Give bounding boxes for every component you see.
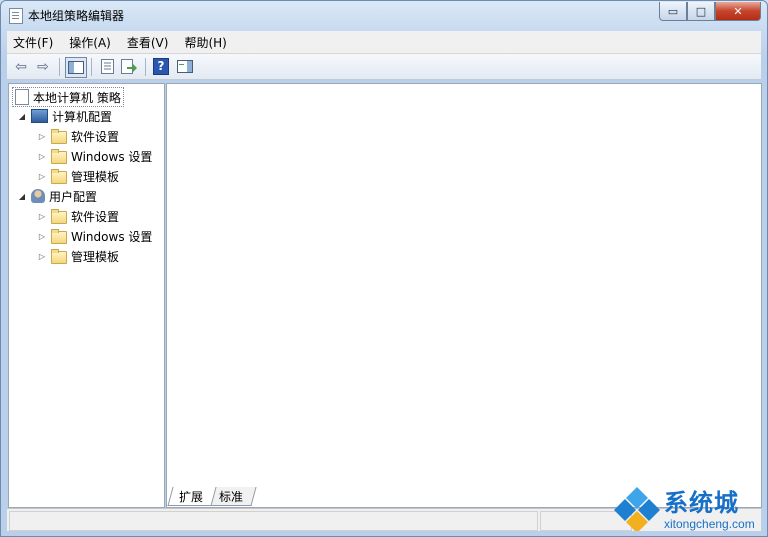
tree-item-label: 软件设置	[71, 129, 120, 144]
watermark: 系统城 xitongcheng.com	[614, 483, 764, 535]
collapse-arrow-icon[interactable]: ◢	[17, 112, 27, 121]
toolbar-separator	[59, 58, 60, 76]
menu-action[interactable]: 操作(A)	[63, 34, 117, 51]
minimize-button[interactable]: ▭	[659, 2, 687, 21]
expand-arrow-icon[interactable]: ▷	[37, 232, 47, 241]
menu-bar: 文件(F) 操作(A) 查看(V) 帮助(H)	[7, 31, 761, 54]
tree-item-label: 用户配置	[49, 189, 98, 204]
expand-arrow-icon[interactable]: ▷	[37, 172, 47, 181]
main-window: 本地组策略编辑器 ▭ □ ✕ 文件(F) 操作(A) 查看(V) 帮助(H) ⇦…	[0, 0, 768, 537]
show-action-pane-icon	[177, 60, 193, 73]
expand-arrow-icon[interactable]: ▷	[37, 252, 47, 261]
tree-item-admin-templates[interactable]: ▷ 管理模板	[37, 167, 119, 185]
expand-arrow-icon[interactable]: ▷	[37, 132, 47, 141]
brand-logo-icon	[614, 487, 660, 531]
computer-icon	[31, 109, 48, 123]
watermark-brand: 系统城	[664, 488, 739, 517]
back-arrow-icon: ⇦	[15, 58, 27, 75]
properties-icon	[100, 59, 114, 74]
collapse-arrow-icon[interactable]: ◢	[17, 192, 27, 201]
help-icon: ?	[153, 58, 169, 75]
tree-item-user-config[interactable]: ◢ 用户配置	[17, 187, 97, 205]
folder-icon	[51, 128, 67, 144]
tree-item-label: 管理模板	[71, 249, 120, 264]
view-tabs: 扩展 标准	[167, 487, 257, 507]
export-list-icon	[121, 59, 137, 74]
menu-help[interactable]: 帮助(H)	[178, 34, 232, 51]
forward-arrow-icon: ⇨	[37, 58, 49, 75]
tree-item-software-settings[interactable]: ▷ 软件设置	[37, 207, 119, 225]
expand-arrow-icon[interactable]: ▷	[37, 152, 47, 161]
folder-icon	[51, 148, 67, 164]
tree-item-windows-settings[interactable]: ▷ Windows 设置	[37, 227, 152, 245]
folder-icon	[51, 208, 67, 224]
tree-item-windows-settings[interactable]: ▷ Windows 设置	[37, 147, 152, 165]
details-pane[interactable]	[166, 83, 762, 508]
tab-label: 扩展	[179, 489, 204, 504]
title-bar[interactable]: 本地组策略编辑器 ▭ □ ✕	[1, 1, 767, 29]
expand-arrow-icon[interactable]: ▷	[37, 212, 47, 221]
properties-button[interactable]	[97, 57, 117, 76]
show-action-pane-button[interactable]	[175, 57, 195, 76]
show-hide-console-tree-button[interactable]	[65, 57, 87, 78]
tab-extended[interactable]: 扩展	[167, 487, 217, 506]
tree-item-software-settings[interactable]: ▷ 软件设置	[37, 127, 119, 145]
watermark-url: xitongcheng.com	[664, 517, 755, 531]
tab-label: 标准	[219, 489, 244, 504]
status-cell-main	[9, 511, 538, 531]
minimize-icon: ▭	[667, 4, 679, 18]
policy-document-icon	[15, 89, 29, 105]
tree-root-label: 本地计算机 策略	[33, 90, 121, 105]
app-icon	[9, 8, 23, 24]
tree-item-admin-templates[interactable]: ▷ 管理模板	[37, 247, 119, 265]
toolbar: ⇦ ⇨ ?	[7, 54, 761, 80]
tree-item-label: Windows 设置	[71, 149, 153, 164]
show-hide-console-tree-icon	[68, 61, 84, 74]
maximize-icon: □	[695, 4, 707, 18]
folder-icon	[51, 228, 67, 244]
export-list-button[interactable]	[119, 57, 139, 76]
tree-item-label: 计算机配置	[52, 109, 113, 124]
folder-icon	[51, 168, 67, 184]
close-button[interactable]: ✕	[715, 2, 761, 21]
toolbar-separator	[91, 58, 92, 76]
toolbar-separator	[145, 58, 146, 76]
help-button[interactable]: ?	[151, 57, 171, 76]
tree-item-label: 管理模板	[71, 169, 120, 184]
tree-item-computer-config[interactable]: ◢ 计算机配置	[17, 107, 112, 125]
menu-view[interactable]: 查看(V)	[121, 34, 175, 51]
tree-item-label: Windows 设置	[71, 229, 153, 244]
tree-root[interactable]: 本地计算机 策略	[12, 87, 124, 107]
folder-icon	[51, 248, 67, 264]
close-icon: ✕	[733, 4, 743, 18]
tree-item-label: 软件设置	[71, 209, 120, 224]
caption-buttons: ▭ □ ✕	[659, 2, 761, 21]
user-icon	[31, 189, 45, 203]
maximize-button[interactable]: □	[687, 2, 715, 21]
forward-button[interactable]: ⇨	[33, 57, 53, 76]
back-button[interactable]: ⇦	[11, 57, 31, 76]
console-tree[interactable]: 本地计算机 策略 ◢ 计算机配置 ▷ 软件设置 ▷ Windows 设置 ▷ 管…	[8, 83, 165, 508]
menu-file[interactable]: 文件(F)	[7, 34, 59, 51]
window-title: 本地组策略编辑器	[28, 9, 125, 23]
